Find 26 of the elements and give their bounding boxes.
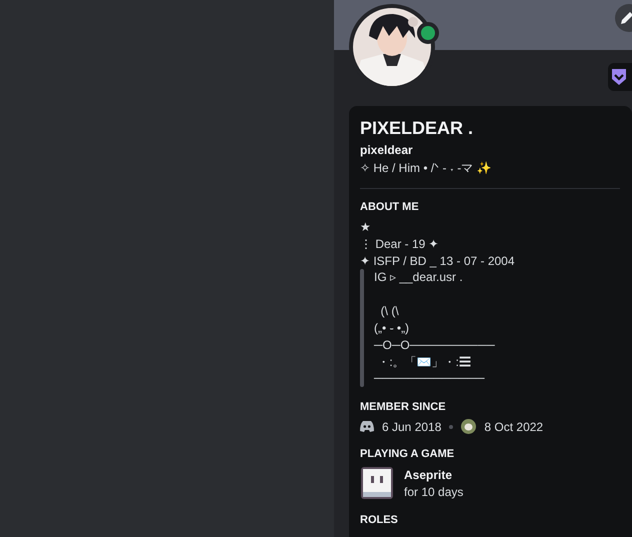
section-heading: MEMBER SINCE <box>360 401 447 414</box>
bio-line: ★ <box>360 219 372 236</box>
section-heading: PLAYING A GAME <box>360 448 456 460</box>
bio-line: IG ▹ __dear.usr . <box>374 269 464 286</box>
bio-line: ─O─O────────── <box>374 336 495 354</box>
bio-line: („• ֊ •„) <box>374 320 410 337</box>
pronouns: ✧ He / Him • /ᐠ - ˕ -マ ✨ <box>360 160 493 177</box>
section-heading: ABOUT ME <box>360 201 420 213</box>
badge-button[interactable] <box>608 63 632 91</box>
username: pixeldear <box>360 143 414 157</box>
bio-line: ⋮ Dear - 19 ✦ <box>360 236 440 253</box>
controller-icon <box>360 421 374 432</box>
pencil-icon <box>620 11 632 25</box>
bio-line: (\ (\ <box>380 303 400 320</box>
server-icon <box>461 419 476 434</box>
member-date: 6 Jun 2018 <box>382 420 442 434</box>
app-icon[interactable] <box>360 466 394 500</box>
game-name: Aseprite <box>404 468 454 482</box>
play-duration: for 10 days <box>404 484 464 499</box>
bio-line: ───────────── <box>374 370 486 388</box>
member-date: 8 Oct 2022 <box>484 420 544 434</box>
shield-icon <box>612 69 626 85</box>
section-heading: ROLES <box>360 514 399 526</box>
bio-line: ・:。「✉」・:☰ <box>376 354 472 370</box>
bio-line: ✦ ISFP / BD _ 13 - 07 - 2004 <box>360 252 516 270</box>
display-name: PIXELDEAR . <box>360 117 474 140</box>
